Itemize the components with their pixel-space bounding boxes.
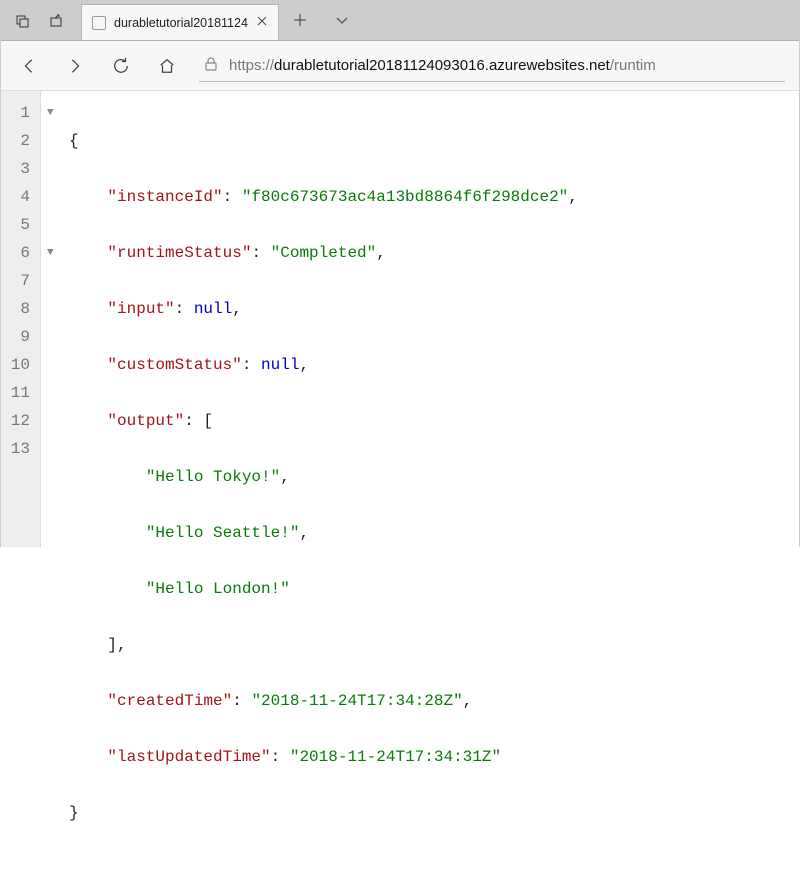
browser-tab-active[interactable]: durabletutorial20181124	[81, 4, 279, 40]
json-key: "output"	[107, 412, 184, 430]
line-number: 5	[7, 211, 30, 239]
url-text: https://durabletutorial20181124093016.az…	[229, 57, 656, 74]
lock-icon	[203, 56, 219, 75]
code-line: "instanceId": "f80c673673ac4a13bd8864f6f…	[69, 183, 578, 211]
json-null: null	[194, 300, 232, 318]
code-line: "lastUpdatedTime": "2018-11-24T17:34:31Z…	[69, 743, 578, 771]
line-number: 7	[7, 267, 30, 295]
line-number: 9	[7, 323, 30, 351]
line-number: 3	[7, 155, 30, 183]
code-line: "createdTime": "2018-11-24T17:34:28Z",	[69, 687, 578, 715]
json-string: "Hello London!"	[146, 580, 290, 598]
code-content[interactable]: { "instanceId": "f80c673673ac4a13bd8864f…	[65, 91, 578, 547]
home-button[interactable]	[153, 52, 181, 80]
json-string: "2018-11-24T17:34:28Z"	[251, 692, 462, 710]
address-bar[interactable]: https://durabletutorial20181124093016.az…	[199, 50, 785, 82]
new-tab-button[interactable]	[279, 0, 321, 40]
forward-button[interactable]	[61, 52, 89, 80]
page-icon	[92, 16, 106, 30]
close-tab-icon[interactable]	[256, 15, 268, 30]
window-buttons	[1, 1, 77, 40]
fold-toggle-icon[interactable]: ▼	[47, 239, 54, 267]
code-line: "runtimeStatus": "Completed",	[69, 239, 578, 267]
navigation-bar: https://durabletutorial20181124093016.az…	[1, 41, 799, 91]
tab-title: durabletutorial20181124	[114, 16, 248, 30]
code-line: "customStatus": null,	[69, 351, 578, 379]
json-string: "Hello Tokyo!"	[146, 468, 280, 486]
brace-open: {	[69, 132, 79, 150]
line-number-gutter: 1 2 3 4 5 6 7 8 9 10 11 12 13	[1, 91, 41, 547]
minimize-restore-icon[interactable]	[5, 1, 39, 41]
json-key: "lastUpdatedTime"	[107, 748, 270, 766]
line-number: 2	[7, 127, 30, 155]
code-line: "input": null,	[69, 295, 578, 323]
tab-overflow-button[interactable]	[321, 0, 363, 40]
code-line: ],	[69, 631, 578, 659]
json-viewer: 1 2 3 4 5 6 7 8 9 10 11 12 13 ▼ ▼ { "ins…	[1, 91, 799, 547]
code-line: {	[69, 127, 578, 155]
json-null: null	[261, 356, 299, 374]
line-number: 4	[7, 183, 30, 211]
json-string: "Completed"	[271, 244, 377, 262]
title-bar: durabletutorial20181124	[1, 1, 799, 41]
json-key: "runtimeStatus"	[107, 244, 251, 262]
code-line: "Hello London!"	[69, 575, 578, 603]
json-string: "f80c673673ac4a13bd8864f6f298dce2"	[242, 188, 568, 206]
line-number: 8	[7, 295, 30, 323]
fold-column: ▼ ▼	[41, 91, 65, 547]
line-number: 1	[7, 99, 30, 127]
code-line: "Hello Tokyo!",	[69, 463, 578, 491]
brace-close: }	[69, 804, 79, 822]
url-scheme: https://	[229, 57, 274, 74]
code-line: }	[69, 799, 578, 827]
line-number: 11	[7, 379, 30, 407]
code-line: "Hello Seattle!",	[69, 519, 578, 547]
json-string: "Hello Seattle!"	[146, 524, 300, 542]
line-number: 13	[7, 435, 30, 463]
json-key: "customStatus"	[107, 356, 241, 374]
restore-window-icon[interactable]	[39, 1, 73, 41]
code-line: "output": [	[69, 407, 578, 435]
back-button[interactable]	[15, 52, 43, 80]
json-key: "input"	[107, 300, 174, 318]
url-path: /runtim	[610, 57, 656, 74]
line-number: 6	[7, 239, 30, 267]
fold-toggle-icon[interactable]: ▼	[47, 99, 54, 127]
line-number: 12	[7, 407, 30, 435]
json-key: "instanceId"	[107, 188, 222, 206]
line-number: 10	[7, 351, 30, 379]
json-key: "createdTime"	[107, 692, 232, 710]
url-host: durabletutorial20181124093016.azurewebsi…	[274, 57, 610, 74]
json-string: "2018-11-24T17:34:31Z"	[290, 748, 501, 766]
refresh-button[interactable]	[107, 52, 135, 80]
tab-strip: durabletutorial20181124	[77, 1, 799, 40]
